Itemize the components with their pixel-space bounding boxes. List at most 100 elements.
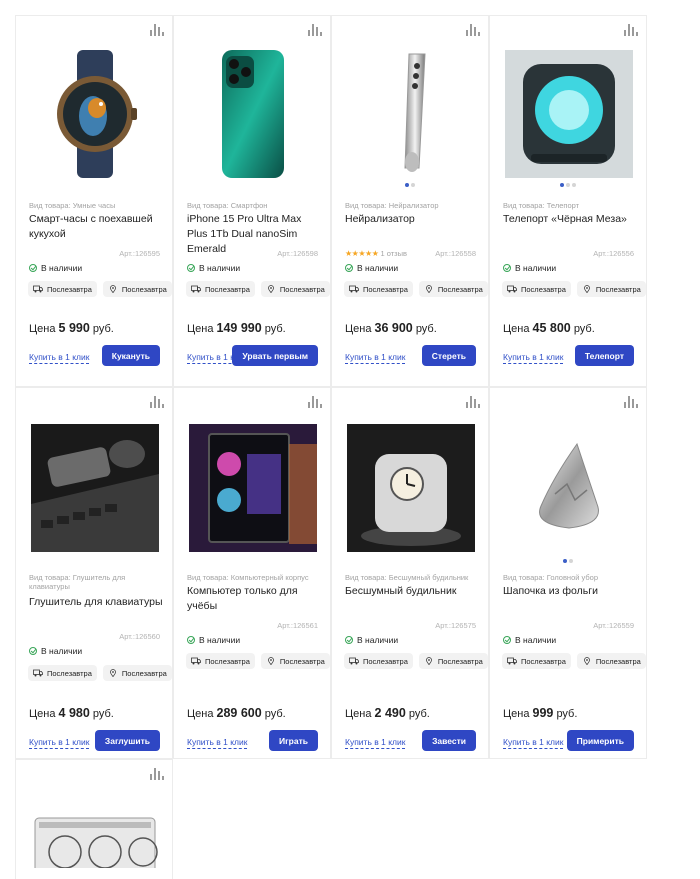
compare-icon[interactable] [624, 24, 638, 36]
check-circle-icon [345, 636, 353, 644]
check-circle-icon [503, 264, 511, 272]
smartphone-image[interactable] [189, 50, 317, 178]
stock-label: В наличии [41, 646, 83, 656]
image-pager[interactable] [490, 559, 646, 565]
buy-button[interactable]: Заглушить [94, 730, 160, 751]
product-type: Вид товара: Глушитель для клавиатуры [29, 573, 126, 591]
compare-icon[interactable] [308, 24, 322, 36]
delivery-chip[interactable]: Послезавтра [502, 653, 571, 669]
pickup-chip[interactable]: Послезавтра [576, 653, 646, 669]
compare-icon[interactable] [150, 768, 164, 780]
product-name[interactable]: Шапочка из фольги [503, 584, 639, 599]
location-pin-icon [266, 285, 276, 294]
pickup-chip[interactable]: Послезавтра [418, 281, 488, 297]
truck-icon [33, 285, 43, 293]
pickup-label: Послезавтра [595, 284, 641, 294]
currency: руб. [92, 708, 114, 720]
price-label: Цена [187, 708, 214, 720]
price: Цена 149 990 руб. [187, 321, 286, 335]
buy-button[interactable]: Завести [422, 730, 476, 751]
price-label: Цена [345, 708, 372, 720]
pickup-chip[interactable]: Послезавтра [418, 653, 488, 669]
buy-one-click-link[interactable]: Купить в 1 клик [29, 352, 90, 364]
delivery-label: Послезавтра [521, 284, 566, 294]
rating[interactable]: ★★★★★ 1 отзыв [345, 249, 407, 258]
buy-one-click-link[interactable]: Купить в 1 клик [503, 737, 564, 749]
product-type: Вид товара: Нейрализатор [345, 201, 439, 210]
compare-icon[interactable] [466, 396, 480, 408]
compare-icon[interactable] [308, 396, 322, 408]
location-pin-icon [108, 285, 118, 294]
buy-one-click-link[interactable]: Купить в 1 клик [187, 737, 248, 749]
stock-label: В наличии [515, 263, 557, 273]
buy-button[interactable]: Урвать первым [232, 345, 318, 366]
delivery-chip[interactable]: Послезавтра [344, 653, 413, 669]
currency: руб. [415, 323, 437, 335]
product-card: Вид товара: Компьютерный корпус Компьюте… [173, 387, 331, 759]
buy-button[interactable]: Играть [269, 730, 318, 751]
truck-icon [349, 657, 359, 665]
image-pager[interactable] [490, 183, 646, 189]
truck-icon [191, 657, 201, 665]
buy-button[interactable]: Кукануть [101, 345, 160, 366]
image-pager[interactable] [332, 183, 488, 189]
delivery-chip[interactable]: Послезавтра [186, 281, 255, 297]
buy-one-click-link[interactable]: Купить в 1 клик [345, 352, 406, 364]
pickup-label: Послезавтра [437, 284, 483, 294]
compare-icon[interactable] [150, 24, 164, 36]
product-type: Вид товара: Смартфон [187, 201, 268, 210]
alarm-clock-image[interactable] [347, 424, 475, 552]
product-card [15, 759, 173, 879]
delivery-chip[interactable]: Послезавтра [186, 653, 255, 669]
pickup-chip[interactable]: Послезавтра [576, 281, 646, 297]
buy-button[interactable]: Примерить [566, 730, 634, 751]
product-card: Вид товара: Бесшумный будильник Бесшумны… [331, 387, 489, 759]
stock-status: В наличии [503, 263, 556, 273]
delivery-chip[interactable]: Послезавтра [28, 281, 97, 297]
buy-button[interactable]: Телепорт [574, 345, 634, 366]
gaming-pc-image[interactable] [189, 424, 317, 552]
product-type: Вид товара: Бесшумный будильник [345, 573, 469, 582]
product-card: Вид товара: Нейрализатор Нейрализатор ★★… [331, 15, 489, 387]
location-pin-icon [424, 657, 434, 666]
delivery-label: Послезавтра [205, 656, 250, 666]
buy-one-click-link[interactable]: Купить в 1 клик [503, 352, 564, 364]
compare-icon[interactable] [150, 396, 164, 408]
keyboard-silencer-image[interactable] [31, 424, 159, 552]
product-name[interactable]: Бесшумный будильник [345, 584, 481, 599]
teleport-image[interactable] [505, 50, 633, 178]
smart-watch-image[interactable] [31, 50, 159, 178]
location-pin-icon [582, 657, 592, 666]
price-value: 5 990 [58, 321, 90, 335]
pickup-chip[interactable]: Послезавтра [102, 665, 172, 681]
buy-button[interactable]: Стереть [421, 345, 476, 366]
buy-one-click-link[interactable]: Купить в 1 клик [29, 737, 90, 749]
compare-icon[interactable] [624, 396, 638, 408]
foil-hat-image[interactable] [505, 424, 633, 552]
neuralyzer-image[interactable] [347, 50, 475, 178]
product-name[interactable]: Телепорт «Чёрная Меза» [503, 212, 639, 227]
compare-icon[interactable] [466, 24, 480, 36]
pickup-label: Послезавтра [595, 656, 641, 666]
graphics-card-image[interactable] [31, 808, 159, 868]
delivery-chip[interactable]: Послезавтра [344, 281, 413, 297]
article-number: Арт.:126558 [435, 249, 476, 258]
price-label: Цена [187, 323, 214, 335]
stock-label: В наличии [515, 635, 557, 645]
stock-label: В наличии [199, 635, 241, 645]
stock-status: В наличии [187, 263, 240, 273]
product-name[interactable]: Нейрализатор [345, 212, 481, 227]
price: Цена 5 990 руб. [29, 321, 114, 335]
pickup-chip[interactable]: Послезавтра [260, 653, 330, 669]
delivery-chip[interactable]: Послезавтра [502, 281, 571, 297]
delivery-chip[interactable]: Послезавтра [28, 665, 97, 681]
article-number: Арт.:126559 [593, 621, 634, 630]
product-name[interactable]: Смарт-часы с поехавшей кукухой [29, 212, 165, 242]
pickup-chip[interactable]: Послезавтра [102, 281, 172, 297]
price: Цена 4 980 руб. [29, 706, 114, 720]
buy-one-click-link[interactable]: Купить в 1 клик [345, 737, 406, 749]
product-name[interactable]: Глушитель для клавиатуры [29, 595, 165, 610]
product-type: Вид товара: Телепорт [503, 201, 580, 210]
pickup-chip[interactable]: Послезавтра [260, 281, 330, 297]
product-name[interactable]: Компьютер только для учёбы [187, 584, 323, 614]
